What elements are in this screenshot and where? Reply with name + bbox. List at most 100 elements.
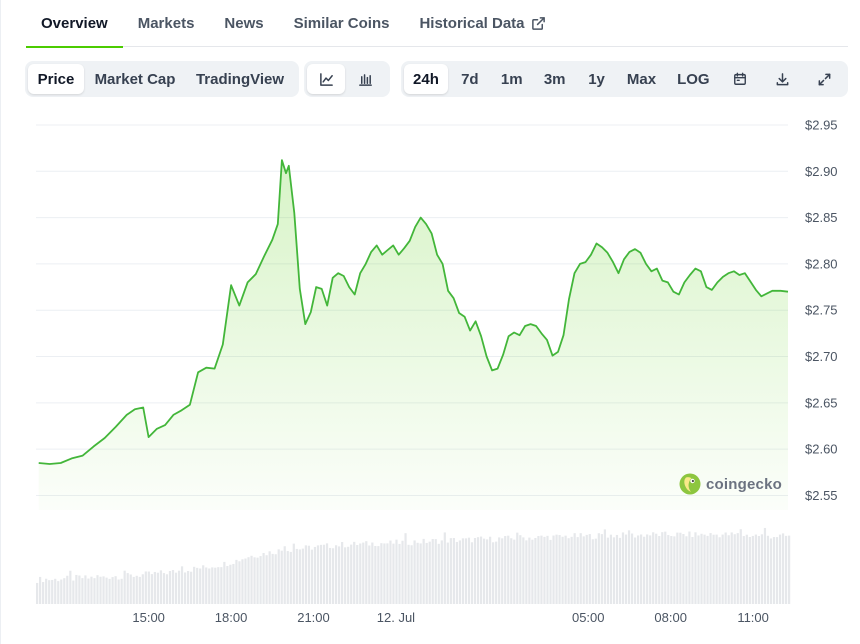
volume-bar: [467, 537, 471, 604]
volume-bar: [573, 533, 576, 604]
volume-bar: [111, 577, 114, 604]
volume-bar: [78, 575, 81, 604]
volume-bar: [576, 537, 579, 604]
volume-bar: [431, 538, 434, 604]
volume-bar: [603, 529, 606, 604]
volume-bar: [96, 575, 99, 604]
volume-bar: [676, 532, 679, 604]
volume-bar: [105, 577, 108, 604]
volume-bar: [552, 535, 555, 604]
price-area-fill: [38, 160, 788, 510]
volume-bar: [69, 570, 72, 604]
volume-bar: [259, 556, 262, 604]
volume-bar: [489, 536, 492, 604]
volume-bar: [180, 566, 184, 604]
volume-bar: [331, 548, 335, 604]
volume-bar: [612, 537, 616, 604]
volume-bar: [652, 532, 655, 604]
volume-bar: [380, 543, 383, 604]
volume-bar: [772, 537, 776, 604]
volume-bar: [298, 549, 301, 604]
volume-bar: [525, 540, 528, 604]
volume-bar: [618, 537, 622, 604]
volume-bar: [407, 544, 410, 604]
x-tick-label: 12. Jul: [377, 610, 415, 625]
volume-bar: [168, 571, 172, 604]
volume-bar: [679, 532, 682, 604]
coingecko-logo-icon: [679, 473, 701, 495]
volume-bar: [570, 536, 573, 604]
volume-bar: [636, 535, 640, 604]
volume-bar: [310, 549, 314, 604]
y-tick-label: $2.60: [805, 442, 838, 457]
price-chart[interactable]: $2.95 $2.90 $2.85 $2.80 $2.75 $2.70 $2.65 $2.60…: [0, 0, 860, 644]
volume-bar: [208, 568, 211, 604]
volume-bar: [235, 559, 238, 604]
volume-bar: [190, 571, 193, 604]
volume-bar: [256, 557, 259, 604]
volume-bar: [147, 571, 150, 604]
volume-bar: [229, 564, 232, 604]
volume-bar: [434, 539, 437, 604]
volume-bar: [371, 542, 374, 604]
volume-bar: [159, 570, 163, 604]
volume-bar: [214, 567, 217, 604]
volume-bar: [416, 542, 419, 604]
volume-bar: [461, 538, 465, 604]
volume-bar: [464, 538, 468, 604]
volume-bar: [277, 549, 280, 604]
volume-bar: [171, 570, 175, 604]
volume-bar: [135, 575, 138, 604]
volume-bar: [99, 576, 102, 604]
volume-bar: [594, 538, 597, 604]
volume-bar: [141, 574, 144, 604]
volume-bar: [280, 550, 283, 604]
volume-bar: [757, 535, 760, 604]
volume-bar: [718, 537, 721, 604]
coingecko-watermark: coingecko: [679, 473, 782, 495]
volume-bar: [579, 533, 582, 604]
volume-bar: [736, 533, 739, 604]
volume-bar: [585, 534, 588, 604]
volume-bar: [304, 545, 307, 604]
volume-bar: [404, 533, 407, 604]
y-axis-ticks: $2.95 $2.90 $2.85 $2.80 $2.75 $2.70 $2.65 $2.60…: [805, 118, 838, 503]
x-tick-label: 18:00: [215, 610, 248, 625]
y-tick-label: $2.65: [805, 395, 838, 410]
volume-bar: [319, 544, 323, 604]
volume-bar: [437, 543, 440, 604]
volume-bar: [117, 579, 120, 604]
volume-bar: [39, 576, 42, 604]
volume-bar: [516, 532, 519, 604]
volume-bar: [353, 541, 356, 604]
volume-bar: [549, 539, 552, 604]
volume-bar: [377, 546, 380, 604]
volume-bar: [286, 551, 289, 604]
x-tick-label: 11:00: [737, 610, 769, 625]
volume-bar: [646, 534, 649, 604]
volume-bar: [205, 567, 208, 604]
volume-bar: [328, 547, 332, 604]
volume-bar: [745, 534, 748, 604]
volume-bar: [193, 566, 196, 604]
volume-bar: [673, 536, 676, 604]
volume-bar: [244, 558, 247, 604]
volume-bar: [492, 542, 495, 604]
volume-bar: [389, 540, 392, 604]
volume-bar: [322, 544, 326, 604]
volume-bar: [120, 578, 123, 604]
volume-bar: [658, 536, 661, 604]
volume-bar: [356, 545, 359, 604]
volume-bar: [57, 581, 60, 604]
volume-bar: [615, 534, 619, 604]
volume-bar: [165, 574, 169, 604]
volume-bar: [150, 574, 153, 604]
volume-bar: [621, 532, 625, 604]
volume-bar: [271, 553, 274, 604]
volume-bar: [211, 567, 214, 604]
volume-bar: [66, 575, 69, 604]
volume-bar: [440, 540, 443, 604]
volume-bar: [87, 578, 90, 604]
y-tick-label: $2.80: [805, 256, 838, 271]
volume-bar: [606, 537, 609, 604]
